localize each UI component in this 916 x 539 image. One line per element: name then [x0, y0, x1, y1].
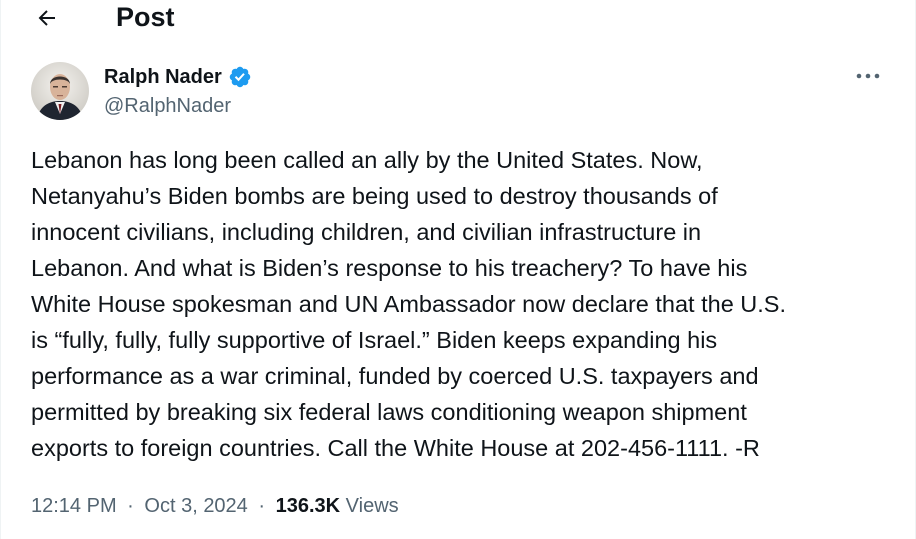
views-count: 136.3K	[275, 495, 341, 517]
post-metadata: 12:14 PM · Oct 3, 2024 · 136.3K Views	[31, 492, 399, 520]
views-label: Views	[345, 495, 399, 517]
post-date[interactable]: Oct 3, 2024	[144, 495, 247, 517]
meta-separator: ·	[258, 495, 266, 517]
post-text: Lebanon has long been called an ally by …	[31, 147, 786, 461]
back-button[interactable]	[31, 2, 63, 34]
avatar-image	[31, 62, 89, 120]
arrow-left-icon	[38, 10, 55, 26]
page-title: Post	[116, 2, 175, 32]
avatar[interactable]	[31, 62, 89, 120]
author-handle[interactable]: @RalphNader	[104, 92, 252, 120]
author-display-name[interactable]: Ralph Nader	[104, 63, 222, 91]
name-row: Ralph Nader	[104, 63, 252, 91]
post-time[interactable]: 12:14 PM	[31, 495, 117, 517]
post-header: Post	[1, 0, 915, 36]
more-horizontal-icon	[856, 73, 880, 79]
verified-badge-icon[interactable]	[228, 65, 252, 89]
more-options-button[interactable]	[851, 62, 885, 90]
author-info: Ralph Nader @RalphNader	[104, 63, 252, 120]
post-view: Post Ralph Nader @RalphNader Lebanon has…	[0, 0, 916, 539]
meta-separator: ·	[127, 495, 134, 517]
